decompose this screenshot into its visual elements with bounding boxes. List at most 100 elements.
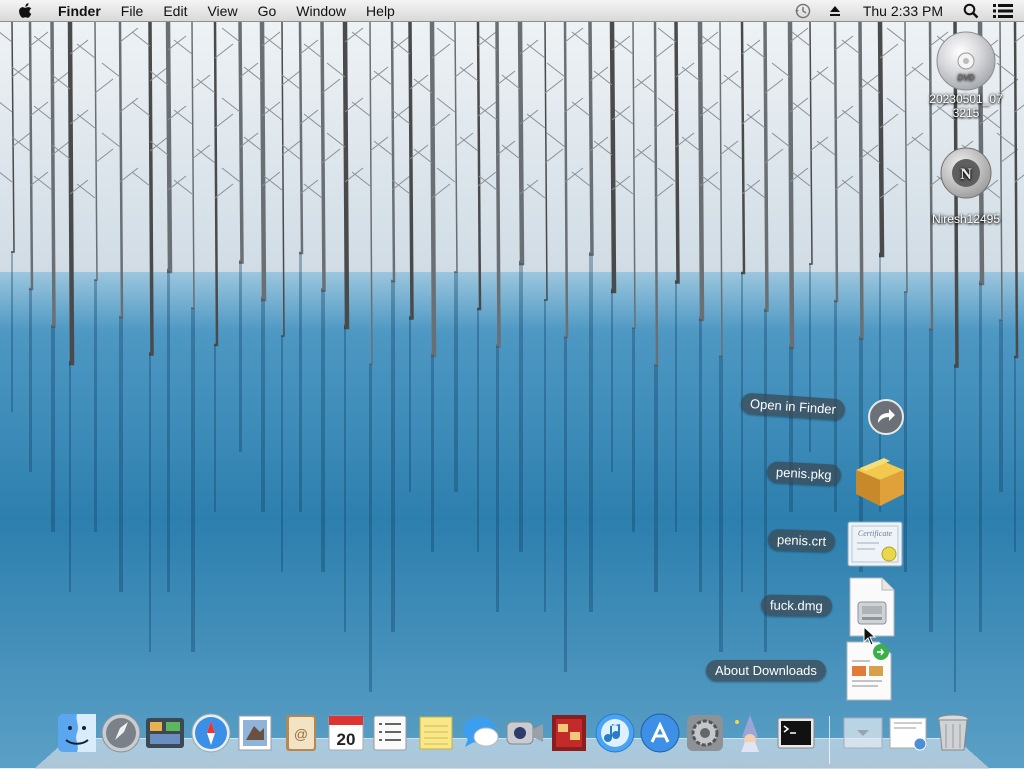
- document-icon: [846, 641, 892, 701]
- tree-reflection: [675, 282, 677, 532]
- desktop-niresh-label: Niresh12495: [931, 212, 1001, 226]
- wizard-icon: [735, 715, 759, 752]
- tree-reflection: [999, 320, 1003, 492]
- tree-trunk: [429, 22, 437, 358]
- tree-reflection: [719, 356, 723, 652]
- downloads-stack-icon: [843, 717, 883, 749]
- tree-reflection: [409, 318, 411, 492]
- dock-terminal[interactable]: [775, 712, 817, 754]
- tree-reflection: [699, 319, 702, 592]
- reminders-list-icon: [373, 715, 407, 751]
- itunes-note-icon: [595, 713, 635, 753]
- dock-messages[interactable]: [460, 712, 502, 754]
- tree-reflection: [299, 253, 302, 512]
- calendar-day-text: 20: [337, 730, 356, 749]
- tree-reflection: [519, 263, 523, 552]
- menu-edit[interactable]: Edit: [153, 0, 197, 22]
- tree-reflection: [789, 347, 793, 512]
- dock-contacts[interactable]: @: [280, 712, 322, 754]
- tree-reflection: [29, 289, 32, 472]
- menu-view[interactable]: View: [197, 0, 247, 22]
- dock-calendar[interactable]: 20: [325, 712, 367, 754]
- dock-app-store[interactable]: [639, 712, 681, 754]
- tree-reflection: [321, 290, 325, 572]
- desktop-dvd-label: 20230501_07 3215: [929, 92, 1003, 120]
- dock-documents-stack[interactable]: [888, 712, 930, 754]
- tree-reflection: [454, 272, 458, 492]
- time-machine-icon[interactable]: [792, 0, 814, 22]
- niresh-disk-icon: N: [940, 147, 992, 199]
- tree-reflection: [391, 281, 395, 632]
- finder-icon: [58, 714, 96, 752]
- dock-mission-control[interactable]: [144, 712, 186, 754]
- tree-reflection: [119, 317, 123, 592]
- menu-go[interactable]: Go: [248, 0, 287, 22]
- tree-reflection: [496, 346, 499, 612]
- menu-window[interactable]: Window: [286, 0, 356, 22]
- dock-launchpad[interactable]: [100, 712, 142, 754]
- menu-help[interactable]: Help: [356, 0, 405, 22]
- mail-stamp-icon: [238, 715, 272, 751]
- tree-trunk: [609, 22, 617, 294]
- tree-reflection: [741, 273, 743, 592]
- contacts-book-icon: @: [286, 715, 316, 751]
- tree-reflection: [191, 308, 195, 652]
- facetime-camera-icon: [506, 721, 543, 745]
- launchpad-rocket-icon: [101, 713, 141, 753]
- messages-bubble-icon: [463, 717, 499, 747]
- tree-reflection: [149, 354, 151, 652]
- tree-reflection: [544, 300, 546, 612]
- dock-photo-booth[interactable]: [548, 712, 590, 754]
- dock-trash[interactable]: [932, 712, 974, 754]
- notification-center-icon[interactable]: [992, 0, 1014, 22]
- menu-clock[interactable]: Thu 2:33 PM: [851, 0, 955, 22]
- stack-label-fuck-dmg: fuck.dmg: [760, 594, 832, 617]
- tree-trunk: [259, 22, 267, 302]
- tree-reflection: [167, 271, 170, 592]
- dock-safari[interactable]: [190, 712, 232, 754]
- dvd-disc-icon: DVD: [936, 31, 996, 91]
- tree-trunk: [787, 22, 795, 350]
- dock-downloads-stack[interactable]: [842, 712, 884, 754]
- dock-system-preferences[interactable]: [684, 712, 726, 754]
- dock-separator: [829, 716, 830, 764]
- dock-facetime[interactable]: [504, 712, 546, 754]
- tree-trunk: [165, 22, 173, 274]
- tree-reflection: [369, 364, 372, 692]
- certificate-icon: Certificate: [847, 521, 903, 567]
- tree-trunk: [517, 22, 525, 266]
- dock-itunes[interactable]: [594, 712, 636, 754]
- eject-icon[interactable]: [824, 0, 846, 22]
- tree-reflection: [564, 337, 567, 672]
- tree-reflection: [929, 329, 933, 632]
- menu-app-finder[interactable]: Finder: [48, 0, 111, 22]
- tree-reflection: [261, 299, 265, 512]
- tree-reflection: [431, 355, 434, 552]
- tree-reflection: [281, 336, 283, 572]
- menu-bar: Finder File Edit View Go Window Help Thu…: [0, 0, 1024, 22]
- desktop-niresh-volume[interactable]: N Niresh12495: [916, 146, 1016, 226]
- tree-reflection: [69, 363, 71, 592]
- mouse-pointer-icon: [863, 626, 877, 646]
- dock-kext-utility[interactable]: [729, 712, 771, 754]
- tree-reflection: [809, 264, 811, 452]
- menu-file[interactable]: File: [111, 0, 154, 22]
- svg-text:@: @: [294, 726, 308, 742]
- open-in-finder-arrow-icon: [868, 399, 904, 435]
- tree-reflection: [344, 327, 346, 632]
- tree-reflection: [51, 326, 55, 532]
- dock-reminders[interactable]: [369, 712, 411, 754]
- photo-booth-icon: [552, 715, 586, 751]
- dock-notes[interactable]: [415, 712, 457, 754]
- dock-mail[interactable]: [234, 712, 276, 754]
- tree-reflection: [94, 280, 97, 532]
- tree-reflection: [11, 252, 13, 412]
- desktop-dvd-volume[interactable]: DVD 20230501_07 3215: [916, 30, 1016, 120]
- spotlight-search-icon[interactable]: [960, 0, 982, 22]
- tree-reflection: [1014, 357, 1016, 552]
- apple-menu-icon[interactable]: [18, 2, 38, 20]
- trash-can-icon: [937, 714, 969, 751]
- dock-finder[interactable]: [56, 712, 98, 754]
- tree-reflection: [654, 365, 658, 592]
- tree-trunk: [342, 22, 350, 330]
